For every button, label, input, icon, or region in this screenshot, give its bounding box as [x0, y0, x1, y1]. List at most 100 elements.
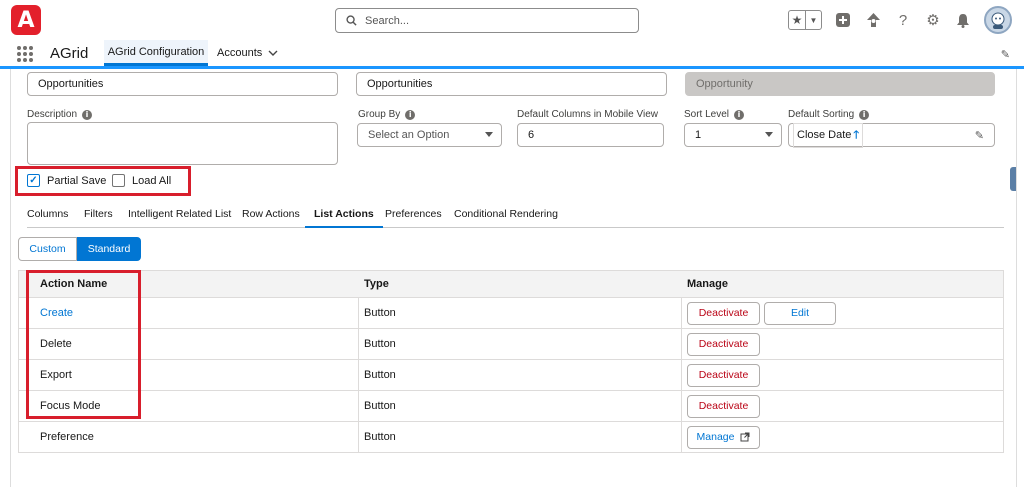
edit-nav-pencil-icon[interactable]: ✎ — [1001, 48, 1010, 61]
label-text: Group By — [358, 109, 401, 120]
label-text: Default Sorting — [788, 109, 855, 120]
help-icon[interactable]: ? — [894, 11, 912, 29]
field-value: Opportunity — [696, 78, 753, 90]
chevron-down-icon — [485, 132, 493, 137]
tab-label: Filters — [84, 208, 113, 220]
app-name: AGrid — [50, 45, 89, 62]
info-icon[interactable]: i — [734, 109, 745, 120]
table-header-row: Action Name Type Manage — [19, 271, 1003, 297]
deactivate-button[interactable]: Deactivate — [687, 301, 760, 325]
object-plural-label-field[interactable]: Opportunities — [356, 72, 667, 96]
sort-pill[interactable]: Close Date 🡑 — [793, 122, 864, 148]
mobile-columns-label: Default Columns in Mobile View — [517, 109, 658, 120]
favorites-button[interactable]: ★ ▼ — [788, 10, 822, 30]
favorites-star-icon[interactable]: ★ — [789, 11, 805, 29]
action-type: Button — [364, 369, 396, 381]
column-header-type: Type — [364, 278, 389, 290]
setup-gear-icon[interactable]: ⚙ — [924, 11, 942, 29]
search-placeholder: Search... — [365, 14, 410, 27]
mobile-columns-input[interactable]: 6 — [517, 123, 664, 147]
tab-list-actions[interactable]: List Actions — [305, 206, 383, 228]
config-tabs: Columns Filters Intelligent Related List… — [27, 206, 1004, 228]
tab-filters[interactable]: Filters — [84, 206, 113, 228]
combobox-value: 1 — [695, 129, 702, 141]
manage-label: Manage — [696, 431, 735, 443]
combobox-value: Select an Option — [368, 129, 450, 141]
table-row: Focus Mode Button Deactivate — [19, 390, 1003, 421]
user-avatar[interactable] — [984, 6, 1012, 34]
tab-label: Conditional Rendering — [454, 208, 558, 220]
default-sorting-label: Default Sorting i — [788, 109, 870, 120]
table-row: Delete Button Deactivate — [19, 328, 1003, 359]
field-value: Opportunities — [38, 78, 104, 90]
tab-preferences[interactable]: Preferences — [385, 206, 442, 228]
deactivate-button[interactable]: Deactivate — [687, 363, 760, 387]
sort-level-combobox[interactable]: 1 — [684, 123, 782, 147]
tab-row-actions[interactable]: Row Actions — [242, 206, 300, 228]
info-icon[interactable]: i — [405, 109, 416, 120]
custom-standard-toggle: Custom Standard — [18, 237, 141, 261]
description-textarea[interactable] — [27, 122, 338, 165]
nav-tab-label: Accounts — [217, 47, 263, 59]
info-icon[interactable]: i — [859, 109, 870, 120]
side-scroll-handle[interactable] — [1010, 167, 1016, 191]
standard-button[interactable]: Standard — [77, 237, 141, 261]
description-label: Description i — [27, 109, 93, 120]
configuration-panel: Opportunities Opportunities Opportunity … — [10, 69, 1017, 487]
field-value: Opportunities — [367, 78, 433, 90]
object-api-name-field: Opportunity — [685, 72, 995, 96]
edit-sorting-pencil-icon[interactable]: ✎ — [975, 129, 984, 142]
label-text: Sort Level — [684, 109, 730, 120]
deactivate-button[interactable]: Deactivate — [687, 332, 760, 356]
label-text: Description — [27, 109, 78, 120]
tab-columns[interactable]: Columns — [27, 206, 68, 228]
action-type: Button — [364, 431, 396, 443]
input-value: 6 — [528, 129, 535, 141]
tab-intelligent-related-list[interactable]: Intelligent Related List — [128, 206, 231, 228]
trailhead-icon[interactable] — [864, 11, 882, 29]
chevron-down-icon — [765, 132, 773, 137]
label-text: Default Columns in Mobile View — [517, 109, 658, 120]
global-add-icon[interactable] — [834, 11, 852, 29]
object-label-field[interactable]: Opportunities — [27, 72, 338, 96]
tab-conditional-rendering[interactable]: Conditional Rendering — [454, 206, 558, 228]
app-logo[interactable]: A — [11, 5, 41, 35]
table-row: Create Button Deactivate Edit — [19, 297, 1003, 328]
tab-label: Row Actions — [242, 208, 300, 220]
checkbox-highlight-box — [15, 166, 191, 196]
custom-button[interactable]: Custom — [18, 237, 77, 261]
column-header-manage: Manage — [687, 278, 728, 290]
action-type: Button — [364, 307, 396, 319]
nav-tab-accounts[interactable]: Accounts — [217, 47, 278, 59]
tab-label: Preferences — [385, 208, 442, 220]
tab-label: Intelligent Related List — [128, 208, 232, 220]
nav-tab-agrid-configuration[interactable]: AGrid Configuration — [104, 40, 208, 66]
app-launcher-icon[interactable] — [17, 46, 33, 62]
favorites-dropdown-icon[interactable]: ▼ — [805, 11, 821, 29]
group-by-combobox[interactable]: Select an Option — [357, 123, 502, 147]
external-link-icon — [740, 432, 750, 442]
edit-button[interactable]: Edit — [764, 301, 836, 325]
action-name-highlight-box — [26, 270, 141, 419]
global-header: A Search... ★ ▼ ? ⚙ — [0, 0, 1024, 40]
action-name: Preference — [40, 431, 94, 443]
action-type: Button — [364, 400, 396, 412]
tab-label: List Actions — [314, 208, 374, 220]
arrow-up-icon[interactable]: 🡑 — [853, 126, 859, 145]
info-icon[interactable]: i — [82, 109, 93, 120]
nav-tab-label: AGrid Configuration — [107, 45, 205, 58]
default-sorting-field[interactable]: Close Date 🡑 ✎ — [788, 122, 995, 148]
sort-field-name: Close Date — [797, 129, 852, 141]
deactivate-button[interactable]: Deactivate — [687, 394, 760, 418]
sort-level-label: Sort Level i — [684, 109, 745, 120]
list-actions-table: Action Name Type Manage Create Button De… — [18, 270, 1004, 453]
table-row: Preference Button Manage — [19, 421, 1003, 452]
notifications-bell-icon[interactable] — [954, 11, 972, 29]
global-search-input[interactable]: Search... — [335, 8, 639, 33]
tab-label: Columns — [27, 208, 69, 220]
chevron-down-icon[interactable] — [268, 50, 278, 57]
group-by-label: Group By i — [358, 109, 416, 120]
table-row: Export Button Deactivate — [19, 359, 1003, 390]
search-icon — [346, 15, 357, 26]
manage-button[interactable]: Manage — [687, 425, 760, 449]
